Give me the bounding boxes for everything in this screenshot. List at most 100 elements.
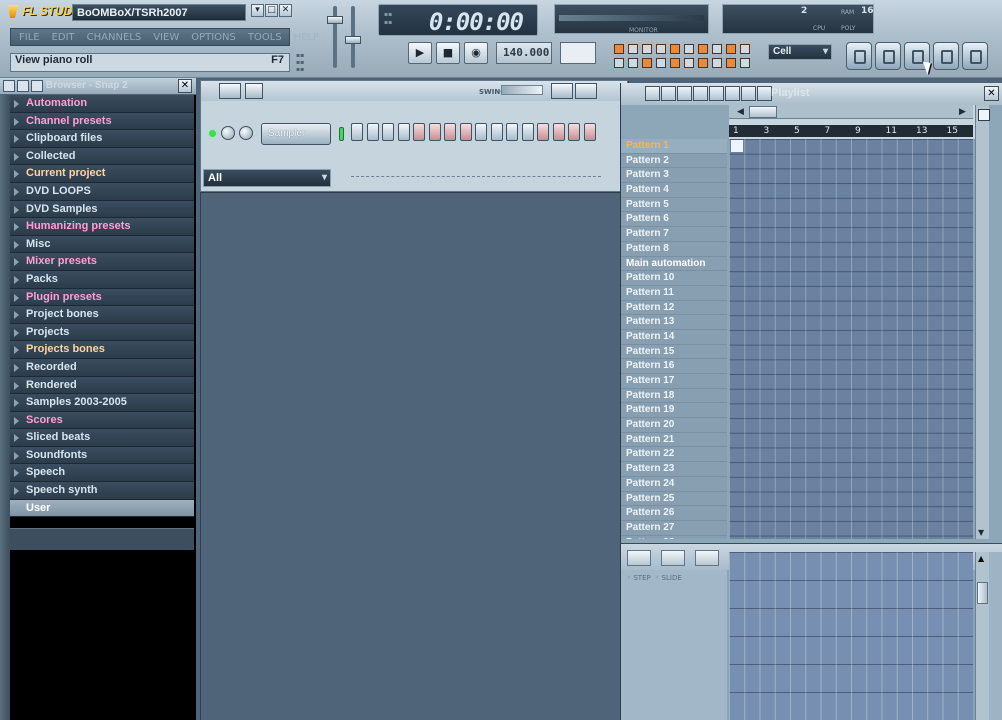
- pattern-track-name[interactable]: Pattern 12: [621, 301, 727, 316]
- browser-menu-icon[interactable]: [3, 80, 15, 92]
- maximize-button[interactable]: □: [265, 4, 278, 17]
- metronome-toggle[interactable]: [614, 44, 624, 54]
- pattern-track-name[interactable]: Pattern 19: [621, 403, 727, 419]
- browser-folder-item[interactable]: Projects bones: [10, 341, 194, 359]
- horizontal-scroll-thumb[interactable]: [749, 106, 777, 118]
- pattern-track-name[interactable]: Pattern 17: [621, 374, 727, 389]
- record-button[interactable]: ◉: [464, 42, 488, 64]
- step-button[interactable]: [413, 123, 425, 141]
- automation-scroll-thumb[interactable]: [977, 582, 988, 604]
- pattern-track-name[interactable]: Pattern 11: [621, 286, 727, 301]
- automation-scrollbar[interactable]: ▲: [975, 552, 989, 720]
- playlist-select-tool-icon[interactable]: [725, 86, 740, 101]
- channel-button-sampler[interactable]: Sampler: [261, 123, 331, 145]
- pattern-track-name[interactable]: Pattern 1: [621, 139, 727, 154]
- playlist-grid[interactable]: [729, 139, 973, 539]
- playlist-snap-icon[interactable]: [757, 86, 772, 101]
- channel-volume-knob[interactable]: [239, 126, 253, 140]
- automation-tool-c-icon[interactable]: [695, 550, 719, 566]
- browser-folder-item[interactable]: Humanizing presets: [10, 218, 194, 236]
- playlist-close-button[interactable]: ✕: [984, 86, 999, 101]
- step-button[interactable]: [490, 123, 503, 141]
- close-button[interactable]: ✕: [279, 4, 292, 17]
- pattern-track-name[interactable]: Pattern 16: [621, 359, 727, 374]
- pattern-track-name[interactable]: Pattern 28: [621, 536, 727, 539]
- pattern-track-name[interactable]: Pattern 2: [621, 154, 727, 169]
- playlist-delete-tool-icon[interactable]: [677, 86, 692, 101]
- scroll-left-icon[interactable]: ◀: [737, 107, 744, 117]
- countdown-toggle[interactable]: [642, 44, 652, 54]
- playlist-corner-box[interactable]: [978, 109, 990, 121]
- pattern-track-name[interactable]: Pattern 15: [621, 345, 727, 360]
- play-button[interactable]: ▶: [408, 42, 432, 64]
- browser-folder-item[interactable]: Projects: [10, 323, 194, 342]
- browser-folder-item[interactable]: Samples 2003-2005: [10, 394, 194, 412]
- minimize-button[interactable]: ▾: [251, 4, 264, 17]
- loop-record-toggle[interactable]: [684, 44, 694, 54]
- browser-folder-item[interactable]: Automation: [10, 95, 194, 113]
- browser-window-icon[interactable]: [933, 42, 959, 70]
- pattern-track-name[interactable]: Pattern 5: [621, 198, 727, 213]
- step-button[interactable]: [444, 123, 456, 141]
- pattern-track-name[interactable]: Pattern 8: [621, 242, 727, 257]
- pattern-block[interactable]: [731, 140, 743, 152]
- blend-toggle[interactable]: [656, 44, 666, 54]
- pattern-track-name[interactable]: Pattern 27: [621, 521, 727, 536]
- tool-toggle-a[interactable]: [614, 58, 624, 68]
- channel-pan-knob[interactable]: [221, 126, 235, 140]
- menu-channels[interactable]: CHANNELS: [87, 32, 142, 43]
- browser-folder-item[interactable]: Packs: [10, 270, 194, 289]
- step-button[interactable]: [397, 123, 410, 141]
- step-button[interactable]: [366, 123, 379, 141]
- pattern-track-name[interactable]: Pattern 7: [621, 227, 727, 242]
- tool-toggle-e[interactable]: [670, 58, 680, 68]
- channel-select-indicator[interactable]: [339, 127, 344, 141]
- menu-view[interactable]: VIEW: [153, 32, 179, 43]
- browser-folder-item[interactable]: Sliced beats: [10, 429, 194, 447]
- browser-folder-item[interactable]: Plugin presets: [10, 288, 194, 307]
- step-button[interactable]: [351, 123, 363, 141]
- playlist-window-icon[interactable]: [846, 42, 872, 70]
- browser-folder-item[interactable]: Misc: [10, 235, 194, 254]
- overdub-toggle[interactable]: [712, 44, 722, 54]
- step-toggle[interactable]: ◦ STEP ◦ SLIDE: [627, 574, 682, 582]
- wait-toggle[interactable]: [628, 44, 638, 54]
- browser-scrollbar[interactable]: [0, 95, 10, 720]
- pattern-number-display[interactable]: [560, 42, 596, 64]
- playlist-mute-tool-icon[interactable]: [693, 86, 708, 101]
- pattern-track-name[interactable]: Pattern 6: [621, 212, 727, 228]
- mixer-window-icon[interactable]: [962, 42, 988, 70]
- browser-folder-item[interactable]: Mixer presets: [10, 253, 194, 271]
- menu-edit[interactable]: EDIT: [52, 32, 75, 43]
- browser-folder-item[interactable]: DVD LOOPS: [10, 182, 194, 201]
- step-button[interactable]: [552, 123, 565, 141]
- tempo-display[interactable]: 140.000: [496, 42, 552, 64]
- step-button[interactable]: [475, 123, 487, 141]
- scroll-down-icon[interactable]: ▼: [978, 528, 984, 537]
- pattern-track-name[interactable]: Pattern 18: [621, 389, 727, 404]
- swing-slider[interactable]: [501, 85, 543, 95]
- browser-folder-item[interactable]: Clipboard files: [10, 130, 194, 148]
- master-volume-slider[interactable]: [327, 16, 343, 24]
- browser-folder-item[interactable]: Recorded: [10, 358, 194, 377]
- scroll-toggle[interactable]: [726, 44, 736, 54]
- multilink-toggle[interactable]: [740, 44, 750, 54]
- browser-folder-item[interactable]: Speech synth: [10, 482, 194, 500]
- tool-toggle-g[interactable]: [698, 58, 708, 68]
- tool-toggle-i[interactable]: [726, 58, 736, 68]
- tool-toggle-j[interactable]: [740, 58, 750, 68]
- song-position-display[interactable]: ▪▪ ▪▪ 0:00:00: [378, 4, 538, 36]
- menu-tools[interactable]: TOOLS: [248, 32, 282, 43]
- scroll-right-icon[interactable]: ▶: [959, 107, 966, 117]
- automation-tool-b-icon[interactable]: [661, 550, 685, 566]
- pattern-track-name[interactable]: Pattern 14: [621, 330, 727, 345]
- pattern-track-name[interactable]: Pattern 26: [621, 506, 727, 521]
- typing-keyboard-toggle[interactable]: [698, 44, 708, 54]
- step-button[interactable]: [568, 123, 580, 141]
- automation-scroll-up-icon[interactable]: ▲: [978, 554, 984, 563]
- playlist-slice-tool-icon[interactable]: [709, 86, 724, 101]
- channel-mute-led[interactable]: [209, 130, 216, 137]
- pattern-track-name[interactable]: Pattern 23: [621, 462, 727, 477]
- browser-folder-item[interactable]: Current project: [10, 165, 194, 183]
- step-button[interactable]: [459, 123, 472, 141]
